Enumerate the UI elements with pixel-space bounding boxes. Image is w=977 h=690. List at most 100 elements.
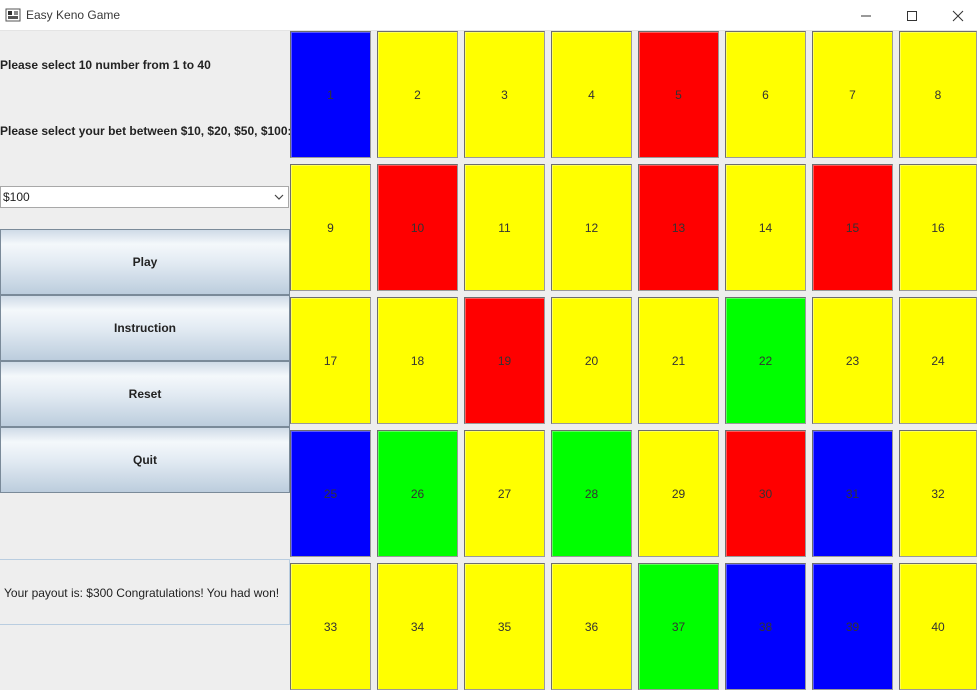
number-cell-label: 21	[671, 353, 686, 368]
number-cell-35[interactable]: 35	[464, 563, 545, 690]
number-cell-label: 27	[497, 486, 512, 501]
window-title: Easy Keno Game	[26, 8, 121, 22]
number-grid: 1 2 3 4 5 6 7 8 9 10 11 12 13 14 15 16 17 18 19 20 21 22 23 24 2…	[290, 31, 977, 690]
number-cell-label: 30	[758, 486, 773, 501]
play-button[interactable]: Play	[0, 229, 290, 295]
number-cell-18[interactable]: 18	[377, 297, 458, 424]
number-cell-37[interactable]: 37	[638, 563, 719, 690]
number-cell-label: 26	[410, 486, 425, 501]
number-cell-label: 28	[584, 486, 599, 501]
number-cell-label: 10	[410, 220, 425, 235]
number-cell-label: 20	[584, 353, 599, 368]
quit-button[interactable]: Quit	[0, 427, 290, 493]
number-cell-label: 35	[497, 619, 512, 634]
number-cell-label: 16	[931, 220, 945, 235]
number-cell-label: 38	[758, 619, 773, 634]
number-cell-28[interactable]: 28	[551, 430, 632, 557]
number-cell-40[interactable]: 40	[899, 563, 977, 690]
number-cell-19[interactable]: 19	[464, 297, 545, 424]
number-cell-20[interactable]: 20	[551, 297, 632, 424]
number-cell-label: 40	[931, 619, 945, 634]
minimize-button[interactable]	[843, 0, 889, 31]
number-cell-label: 39	[845, 619, 860, 634]
number-cell-27[interactable]: 27	[464, 430, 545, 557]
number-cell-label: 36	[584, 619, 599, 634]
app-icon	[5, 8, 21, 22]
close-button[interactable]	[935, 0, 977, 31]
number-cell-11[interactable]: 11	[464, 164, 545, 291]
number-cell-10[interactable]: 10	[377, 164, 458, 291]
number-cell-23[interactable]: 23	[812, 297, 893, 424]
minimize-icon	[861, 15, 871, 16]
number-cell-label: 37	[671, 619, 686, 634]
reset-button[interactable]: Reset	[0, 361, 290, 427]
number-cell-15[interactable]: 15	[812, 164, 893, 291]
control-panel: Please select 10 number from 1 to 40 Ple…	[0, 32, 292, 689]
number-cell-22[interactable]: 22	[725, 297, 806, 424]
number-cell-1[interactable]: 1	[290, 31, 371, 158]
number-cell-label: 2	[414, 87, 421, 102]
number-cell-7[interactable]: 7	[812, 31, 893, 158]
number-cell-38[interactable]: 38	[725, 563, 806, 690]
number-cell-34[interactable]: 34	[377, 563, 458, 690]
number-cell-label: 14	[758, 220, 773, 235]
number-cell-label: 4	[588, 87, 595, 102]
number-cell-3[interactable]: 3	[464, 31, 545, 158]
number-cell-14[interactable]: 14	[725, 164, 806, 291]
number-cell-16[interactable]: 16	[899, 164, 977, 291]
number-cell-8[interactable]: 8	[899, 31, 977, 158]
number-cell-30[interactable]: 30	[725, 430, 806, 557]
number-cell-5[interactable]: 5	[638, 31, 719, 158]
number-cell-29[interactable]: 29	[638, 430, 719, 557]
number-cell-2[interactable]: 2	[377, 31, 458, 158]
number-cell-label: 5	[675, 87, 682, 102]
number-cell-label: 6	[762, 87, 769, 102]
payout-message: Your payout is: $300 Congratulations! Yo…	[0, 559, 290, 625]
number-cell-12[interactable]: 12	[551, 164, 632, 291]
number-cell-label: 34	[410, 619, 425, 634]
number-cell-label: 12	[584, 220, 599, 235]
number-cell-label: 18	[410, 353, 425, 368]
number-cell-25[interactable]: 25	[290, 430, 371, 557]
number-cell-label: 11	[498, 220, 511, 235]
number-cell-39[interactable]: 39	[812, 563, 893, 690]
title-bar: Easy Keno Game	[0, 0, 977, 31]
number-cell-33[interactable]: 33	[290, 563, 371, 690]
number-cell-4[interactable]: 4	[551, 31, 632, 158]
number-cell-label: 32	[931, 486, 945, 501]
number-cell-label: 31	[845, 486, 860, 501]
instruction-button[interactable]: Instruction	[0, 295, 290, 361]
select-numbers-label: Please select 10 number from 1 to 40	[0, 58, 211, 72]
number-cell-label: 15	[845, 220, 860, 235]
number-cell-label: 19	[497, 353, 512, 368]
number-cell-label: 17	[323, 353, 338, 368]
number-cell-31[interactable]: 31	[812, 430, 893, 557]
number-cell-32[interactable]: 32	[899, 430, 977, 557]
maximize-button[interactable]	[889, 0, 935, 31]
number-cell-13[interactable]: 13	[638, 164, 719, 291]
number-cell-21[interactable]: 21	[638, 297, 719, 424]
chevron-down-icon	[274, 194, 284, 200]
payout-text: Your payout is: $300 Congratulations! Yo…	[4, 586, 280, 600]
close-icon	[952, 10, 964, 21]
number-cell-36[interactable]: 36	[551, 563, 632, 690]
number-cell-24[interactable]: 24	[899, 297, 977, 424]
number-cell-label: 8	[934, 87, 942, 102]
number-cell-label: 25	[323, 486, 338, 501]
bet-select[interactable]: $100	[0, 186, 289, 208]
number-cell-label: 1	[327, 87, 334, 102]
maximize-icon	[907, 10, 917, 21]
number-cell-label: 3	[501, 87, 508, 102]
number-cell-26[interactable]: 26	[377, 430, 458, 557]
number-cell-label: 23	[845, 353, 860, 368]
number-cell-17[interactable]: 17	[290, 297, 371, 424]
number-cell-9[interactable]: 9	[290, 164, 371, 291]
select-bet-label: Please select your bet between $10, $20,…	[0, 124, 292, 138]
number-cell-label: 22	[758, 353, 773, 368]
number-cell-label: 9	[327, 220, 334, 235]
number-cell-label: 7	[849, 87, 856, 102]
number-cell-label: 29	[671, 486, 686, 501]
number-cell-6[interactable]: 6	[725, 31, 806, 158]
number-cell-label: 33	[323, 619, 338, 634]
bet-select-value: $100	[3, 190, 30, 204]
